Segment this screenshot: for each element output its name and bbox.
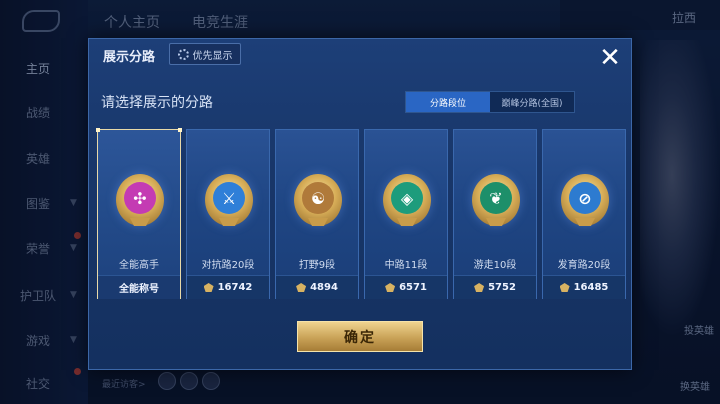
- card-title: 发育路20段: [557, 260, 611, 271]
- card-footer: 16485: [543, 275, 625, 299]
- card-title: 对抗路20段: [201, 260, 255, 271]
- badge-glyph: ☯: [302, 182, 334, 214]
- card-title: 全能高手: [119, 260, 159, 271]
- card-title: 游走10段: [473, 260, 517, 271]
- badge-glyph: ✣: [124, 182, 156, 214]
- rank-points: 4894: [310, 282, 338, 293]
- roam-badge-icon: ❦: [472, 174, 520, 226]
- card-footer: 全能称号: [98, 275, 180, 299]
- selection-prompt: 请选择展示的分路: [101, 95, 213, 111]
- close-icon: ✕: [599, 43, 621, 73]
- title-label: 全能称号: [119, 284, 159, 295]
- tab-lane-rank[interactable]: 分路段位: [406, 92, 490, 112]
- rank-points: 16742: [217, 282, 253, 293]
- rank-points-icon: [296, 283, 307, 292]
- badge-glyph: ❦: [480, 182, 512, 214]
- rank-points-icon: [474, 283, 485, 292]
- card-footer: 16742: [187, 275, 269, 299]
- rank-points-icon: [203, 283, 214, 292]
- lane-card-jungle[interactable]: ☯ 打野9段 4894: [275, 129, 359, 299]
- gear-icon: [177, 48, 189, 60]
- close-button[interactable]: ✕: [595, 43, 625, 73]
- priority-display-button[interactable]: 优先显示: [169, 43, 241, 65]
- lane-display-dialog: 展示分路 优先显示 ✕ 请选择展示的分路 分路段位 巅峰分路(全国) ✣ 全能高…: [88, 38, 632, 370]
- confirm-button[interactable]: 确定: [297, 321, 423, 352]
- card-title: 中路11段: [384, 260, 428, 271]
- rank-points: 5752: [488, 282, 516, 293]
- lane-card-farm[interactable]: ⊘ 发育路20段 16485: [542, 129, 626, 299]
- badge-glyph: ⚔: [213, 182, 245, 214]
- badge-glyph: ⊘: [569, 182, 601, 214]
- rank-points: 16485: [573, 282, 609, 293]
- lane-mode-toggle: 分路段位 巅峰分路(全国): [405, 91, 575, 113]
- card-footer: 4894: [276, 275, 358, 299]
- selection-corner: [178, 128, 182, 132]
- mid-lane-badge-icon: ◈: [383, 174, 431, 226]
- farm-lane-badge-icon: ⊘: [561, 174, 609, 226]
- rank-points: 6571: [399, 282, 427, 293]
- lane-card-clash[interactable]: ⚔ 对抗路20段 16742: [186, 129, 270, 299]
- rank-points-icon: [559, 283, 570, 292]
- lane-card-mid[interactable]: ◈ 中路11段 6571: [364, 129, 448, 299]
- selection-corner: [96, 128, 100, 132]
- rank-points-icon: [385, 283, 396, 292]
- card-title: 打野9段: [298, 260, 336, 271]
- dialog-title: 展示分路: [103, 50, 156, 65]
- jungle-badge-icon: ☯: [294, 174, 342, 226]
- lane-card-list: ✣ 全能高手 全能称号 ⚔ 对抗路20段 16742 ☯ 打野9段 4894 ◈…: [96, 128, 626, 299]
- lane-card-all-round[interactable]: ✣ 全能高手 全能称号: [96, 128, 182, 299]
- badge-glyph: ◈: [391, 182, 423, 214]
- tab-peak-lane[interactable]: 巅峰分路(全国): [490, 92, 574, 112]
- card-footer: 5752: [454, 275, 536, 299]
- priority-display-label: 优先显示: [192, 50, 233, 62]
- lane-card-roam[interactable]: ❦ 游走10段 5752: [453, 129, 537, 299]
- all-round-badge-icon: ✣: [116, 174, 164, 226]
- card-footer: 6571: [365, 275, 447, 299]
- clash-lane-badge-icon: ⚔: [205, 174, 253, 226]
